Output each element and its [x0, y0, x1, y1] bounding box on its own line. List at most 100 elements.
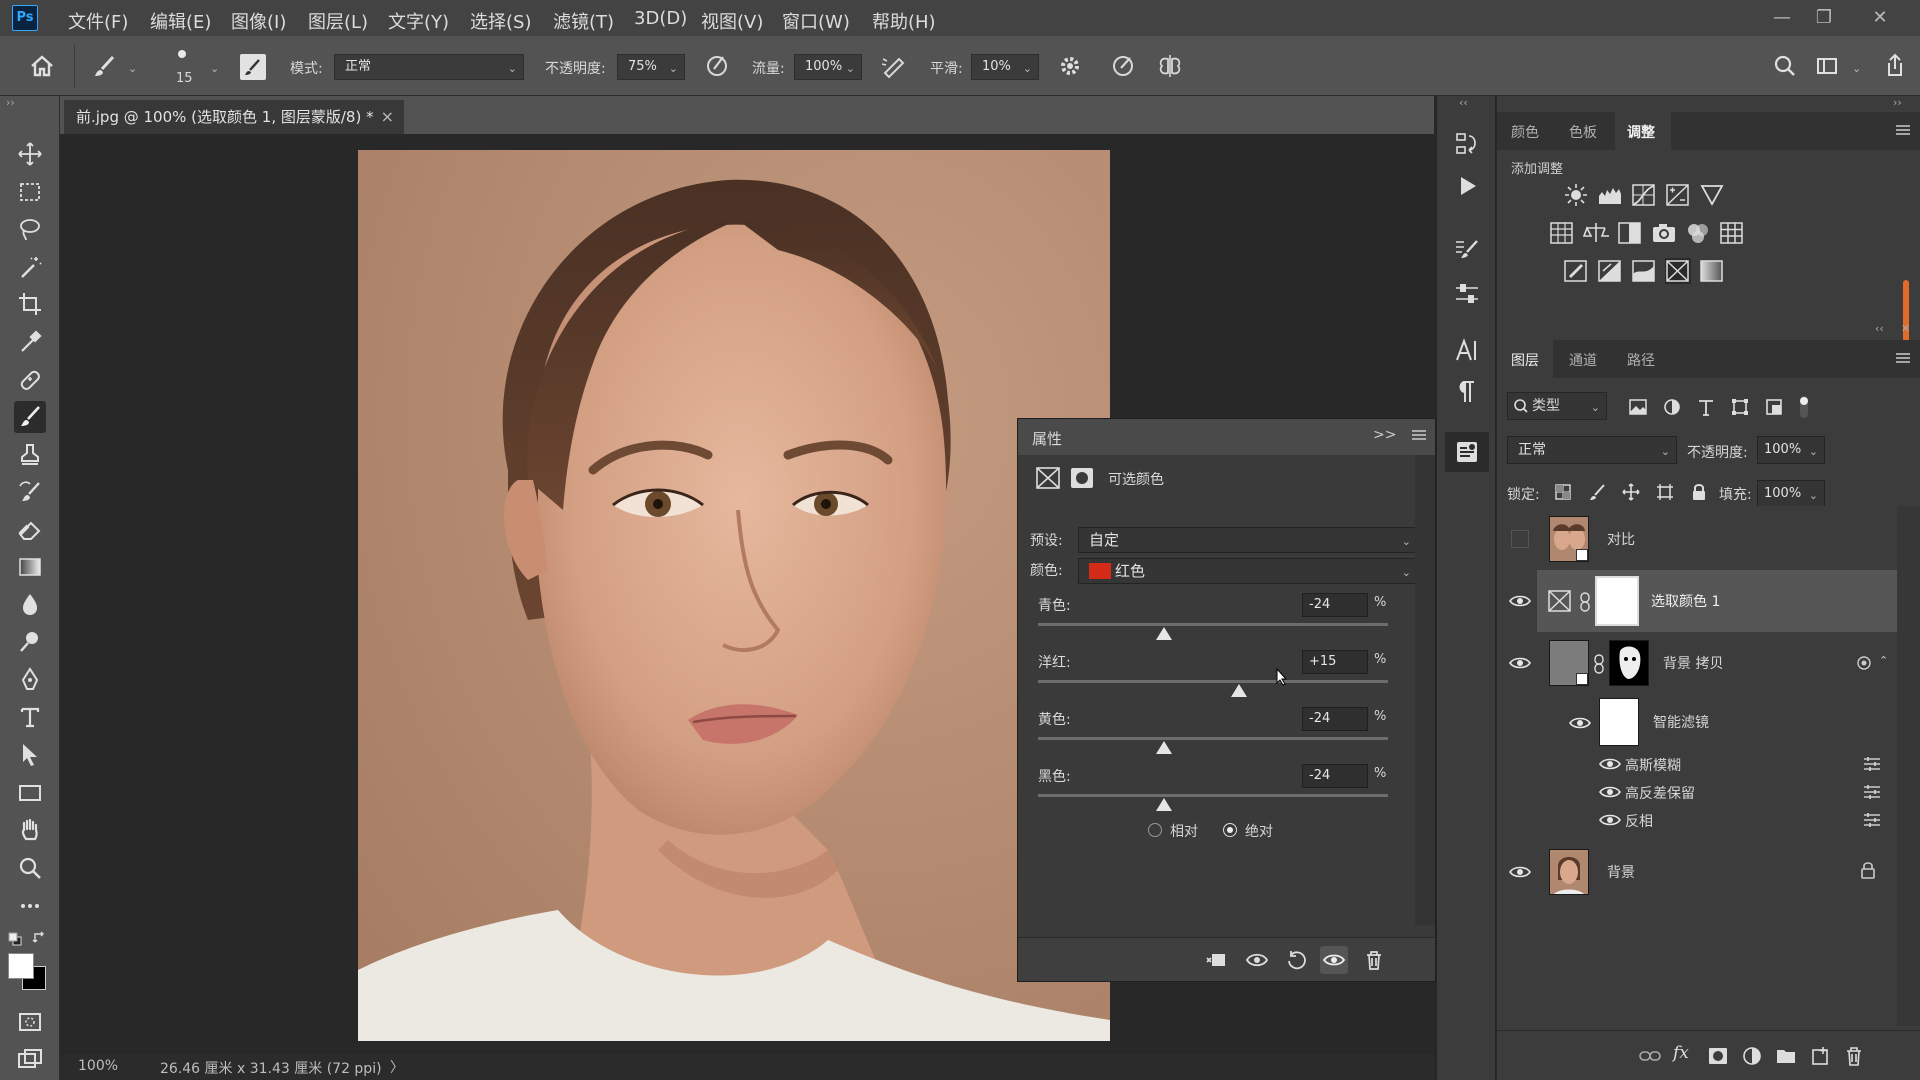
- search-icon[interactable]: [1768, 49, 1802, 83]
- chevron-down-icon[interactable]: ⌄: [128, 62, 137, 75]
- vibrance-icon[interactable]: [1699, 182, 1725, 208]
- swap-colors-icon[interactable]: [32, 930, 48, 946]
- hand-tool-icon[interactable]: [14, 814, 46, 846]
- filter-toggle-icon[interactable]: [1797, 394, 1811, 420]
- filter-mask-thumbnail[interactable]: [1599, 698, 1639, 746]
- panel-menu-icon[interactable]: [1895, 122, 1911, 138]
- filter-row-high-pass[interactable]: 高反差保留: [1497, 778, 1897, 806]
- expand-toolbar-icon[interactable]: ››: [6, 96, 15, 109]
- magenta-value-field[interactable]: +15: [1302, 650, 1368, 674]
- new-adjustment-layer-icon[interactable]: [1741, 1045, 1763, 1067]
- lock-position-icon[interactable]: [1621, 482, 1641, 502]
- layer-mask-icon[interactable]: [1070, 467, 1094, 489]
- adjustments-sliders-icon[interactable]: [1453, 280, 1481, 308]
- magenta-slider-track[interactable]: [1038, 680, 1388, 683]
- layer-name[interactable]: 背景 拷贝: [1663, 653, 1723, 673]
- filter-name[interactable]: 高斯模糊: [1625, 755, 1681, 775]
- magenta-slider-thumb[interactable]: [1231, 684, 1248, 697]
- new-layer-icon[interactable]: [1809, 1045, 1831, 1067]
- layer-row-contrast[interactable]: 对比: [1497, 508, 1897, 570]
- close-window-button[interactable]: ✕: [1860, 4, 1900, 32]
- chevron-down-icon[interactable]: ⌄: [210, 62, 219, 75]
- lock-transparent-icon[interactable]: [1553, 482, 1573, 502]
- color-select[interactable]: 红色 ⌄: [1078, 558, 1418, 584]
- eye-icon[interactable]: [1509, 865, 1531, 879]
- marquee-tool-icon[interactable]: [14, 176, 46, 208]
- lock-all-icon[interactable]: [1689, 482, 1709, 502]
- history-brush-icon[interactable]: [14, 476, 46, 508]
- share-icon[interactable]: [1878, 49, 1912, 83]
- invert-icon[interactable]: [1563, 258, 1589, 284]
- collapse-dock-icon[interactable]: ‹‹: [1459, 96, 1468, 109]
- magic-wand-icon[interactable]: [14, 251, 46, 283]
- status-menu-icon[interactable]: 〉: [390, 1057, 404, 1077]
- eye-icon[interactable]: [1509, 594, 1531, 608]
- smoothing-field[interactable]: 10% ⌄: [971, 54, 1039, 80]
- eraser-icon[interactable]: [14, 514, 46, 546]
- link-layers-icon[interactable]: [1639, 1045, 1661, 1067]
- zoom-level[interactable]: 100%: [78, 1058, 118, 1074]
- brush-tool-icon[interactable]: [14, 401, 46, 433]
- threshold-icon[interactable]: [1631, 258, 1657, 284]
- panel-menu-icon[interactable]: [1895, 350, 1911, 366]
- filter-shape-icon[interactable]: [1729, 396, 1751, 418]
- filter-row-invert[interactable]: 反相: [1497, 806, 1897, 834]
- fill-field[interactable]: 100% ⌄: [1757, 480, 1825, 508]
- layer-row-bg-copy[interactable]: 背景 拷贝 ⌃: [1497, 632, 1897, 694]
- eye-icon[interactable]: [1599, 785, 1621, 799]
- gradient-map-icon[interactable]: [1699, 258, 1725, 284]
- tab-adjustments[interactable]: 调整: [1615, 112, 1671, 150]
- zoom-tool-icon[interactable]: [14, 852, 46, 884]
- levels-icon[interactable]: [1597, 182, 1623, 208]
- layer-name[interactable]: 选取颜色 1: [1651, 591, 1720, 611]
- layer-name[interactable]: 对比: [1607, 529, 1635, 549]
- rectangle-tool-icon[interactable]: [14, 777, 46, 809]
- posterize-icon[interactable]: [1597, 258, 1623, 284]
- delete-layer-icon[interactable]: [1843, 1045, 1865, 1067]
- layer-opacity-field[interactable]: 100% ⌄: [1757, 436, 1825, 464]
- preset-select[interactable]: 自定 ⌄: [1078, 527, 1418, 553]
- cyan-slider-track[interactable]: [1038, 623, 1388, 626]
- pen-tool-icon[interactable]: [14, 664, 46, 696]
- menu-file[interactable]: 文件(F): [68, 8, 128, 34]
- minimize-button[interactable]: —: [1762, 4, 1802, 32]
- layer-name[interactable]: 背景: [1607, 862, 1635, 882]
- collapse-panels-icon[interactable]: ››: [1893, 96, 1902, 109]
- black-value-field[interactable]: -24: [1302, 764, 1368, 788]
- brush-settings-panel-icon[interactable]: [240, 54, 266, 80]
- view-previous-icon[interactable]: [1244, 948, 1270, 972]
- paragraph-icon[interactable]: [1453, 378, 1481, 406]
- tab-layers[interactable]: 图层: [1497, 340, 1553, 378]
- layer-row-background[interactable]: 背景: [1497, 844, 1897, 900]
- properties-scrollbar[interactable]: [1415, 455, 1435, 925]
- menu-filter[interactable]: 滤镜(T): [553, 8, 614, 34]
- character-icon[interactable]: [1453, 336, 1481, 364]
- lock-icon[interactable]: [1859, 860, 1877, 880]
- eyedropper-icon[interactable]: [14, 326, 46, 358]
- flow-field[interactable]: 100% ⌄: [794, 54, 862, 80]
- brush-settings-icon[interactable]: [1453, 236, 1481, 264]
- cyan-value-field[interactable]: -24: [1302, 593, 1368, 617]
- black-slider-thumb[interactable]: [1156, 798, 1172, 811]
- gradient-tool-icon[interactable]: [14, 551, 46, 583]
- collapse-panel-icon[interactable]: >>: [1373, 427, 1396, 443]
- layer-filter-select[interactable]: 类型 ⌄: [1507, 392, 1607, 420]
- blend-mode-select[interactable]: 正常 ⌄: [334, 54, 524, 80]
- path-selection-icon[interactable]: [14, 739, 46, 771]
- tab-paths[interactable]: 路径: [1627, 350, 1655, 370]
- absolute-radio[interactable]: [1223, 823, 1237, 837]
- collapse-filters-icon[interactable]: ⌃: [1879, 654, 1888, 667]
- menu-type[interactable]: 文字(Y): [388, 8, 449, 34]
- curves-icon[interactable]: [1631, 182, 1657, 208]
- filter-blending-options-icon[interactable]: [1863, 812, 1881, 828]
- properties-panel-icon[interactable]: [1445, 432, 1489, 472]
- default-colors-icon[interactable]: [8, 932, 22, 946]
- visibility-off-box[interactable]: [1511, 530, 1529, 548]
- pressure-size-icon[interactable]: [1106, 49, 1140, 83]
- menu-view[interactable]: 视图(V): [701, 8, 763, 34]
- foreground-color-swatch[interactable]: [8, 953, 34, 979]
- clone-stamp-icon[interactable]: [14, 439, 46, 471]
- panel-menu-icon[interactable]: [1411, 427, 1427, 443]
- color-lookup-icon[interactable]: [1719, 220, 1745, 246]
- gear-icon[interactable]: [1053, 49, 1087, 83]
